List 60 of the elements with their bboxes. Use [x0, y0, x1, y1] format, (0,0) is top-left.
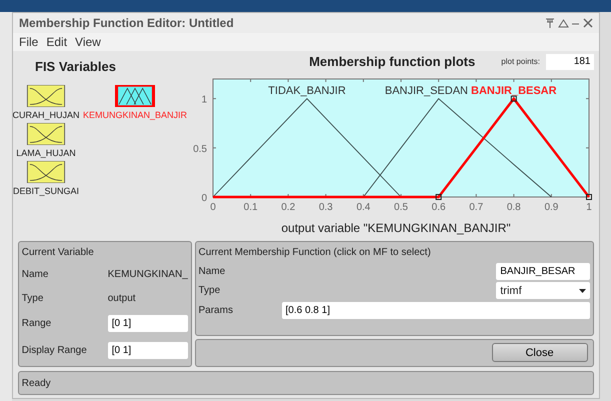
panel-title: FIS Variables — [34, 58, 117, 76]
close-button[interactable]: Close — [492, 343, 588, 362]
field-label: Name — [22, 268, 50, 282]
panel-title: Current Variable — [22, 246, 95, 260]
curve-label: BANJIR_SEDAN — [384, 84, 468, 96]
tick-label: 0.6 — [432, 202, 446, 212]
field-label: Type — [22, 292, 44, 306]
pin-icon[interactable] — [544, 18, 555, 28]
tick-label: 0.4 — [356, 202, 370, 212]
status-text: Ready — [22, 378, 51, 389]
plot-title: Membership function plots — [309, 54, 476, 69]
field-label: Params — [198, 304, 234, 318]
variable-label: LAMA_HUJAN — [16, 146, 76, 158]
close-icon[interactable] — [583, 18, 593, 28]
tick-label: 0.1 — [244, 202, 258, 212]
field-value: output — [108, 292, 136, 306]
membership-curve[interactable] — [362, 98, 552, 197]
menu-item[interactable]: View — [75, 33, 101, 51]
axis-label: output variable "KEMUNGKINAN_BANJIR" — [281, 220, 511, 234]
curve-label: TIDAK_BANJIR — [268, 84, 346, 96]
plot-points-label: plot points: — [501, 56, 540, 68]
tick-label: 0.9 — [544, 202, 558, 212]
tick-label: 1 — [201, 94, 207, 106]
field-label: Name — [198, 264, 226, 278]
input-field[interactable]: [0 1] — [108, 342, 188, 359]
menu-item[interactable]: File — [19, 33, 38, 51]
membership-curve[interactable] — [213, 96, 590, 198]
caret-icon — [579, 288, 586, 293]
variable-icon[interactable] — [113, 82, 157, 108]
plot-area[interactable] — [212, 78, 590, 197]
tick-label: 0 — [201, 192, 207, 204]
input-field[interactable]: [0 1] — [108, 315, 188, 332]
field-value: KEMUNGKINAN_ — [108, 268, 188, 282]
tick-label: 1 — [586, 202, 592, 212]
type-dropdown[interactable]: trimf — [496, 282, 590, 300]
tick-label: 0.8 — [506, 202, 521, 212]
field-label: Type — [198, 284, 220, 298]
membership-curve[interactable] — [212, 98, 402, 197]
tick-label: 0.5 — [394, 202, 408, 212]
variable-label: CURAH_HUJAN — [12, 108, 80, 120]
tick-label: 0.5 — [193, 143, 207, 154]
curve-label: BANJIR_BESAR — [471, 84, 557, 96]
tick-label: 0.3 — [318, 202, 333, 212]
plot-points-field[interactable]: 181 — [546, 54, 594, 70]
field-label: Display Range — [22, 344, 88, 358]
variable-label: DEBIT_SUNGAI — [13, 184, 80, 196]
maximize-icon[interactable] — [558, 18, 568, 28]
variable-icon[interactable] — [24, 158, 68, 184]
field-label: Range — [22, 317, 52, 332]
panel-title: Current Membership Function (click on MF to select) — [198, 246, 432, 260]
variable-icon[interactable] — [24, 120, 68, 146]
variable-label: KEMUNGKINAN_BANJIR — [82, 108, 188, 120]
tick-label: 0.7 — [469, 202, 484, 212]
params-field[interactable]: [0.6 0.8 1] — [282, 302, 590, 319]
tick-label: 0 — [210, 202, 216, 212]
window-title: Membership Function Editor: Untitled — [19, 15, 234, 32]
variable-icon[interactable] — [24, 82, 68, 108]
menu-item[interactable]: Edit — [46, 33, 68, 51]
name-field[interactable]: BANJIR_BESAR — [496, 262, 590, 280]
tick-label: 0.2 — [281, 202, 296, 212]
